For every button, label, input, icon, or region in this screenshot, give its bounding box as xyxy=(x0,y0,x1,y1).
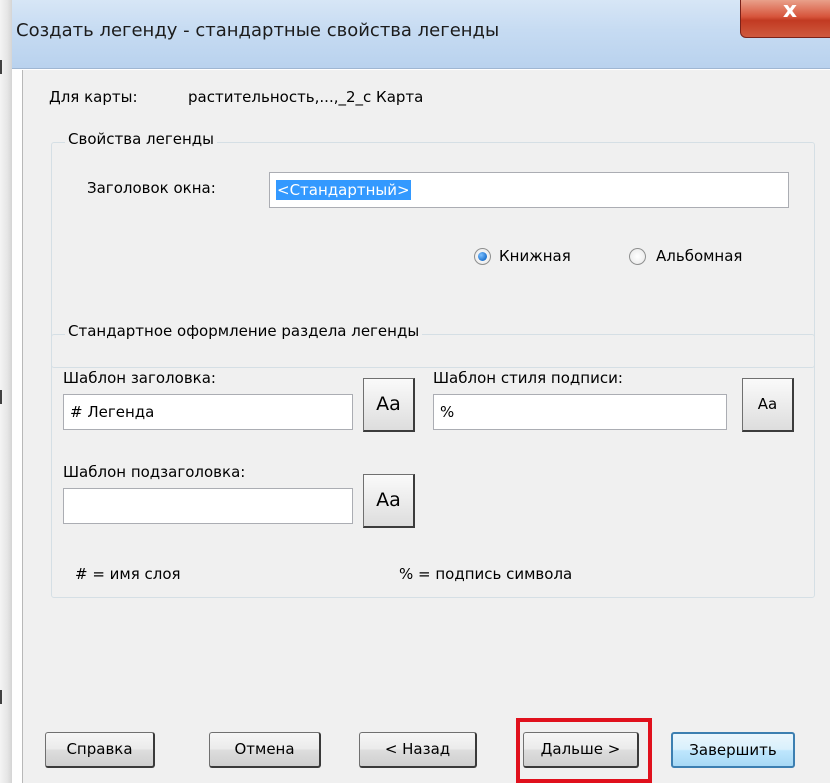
cancel-button[interactable]: Отмена xyxy=(209,732,321,768)
map-label: Для карты: xyxy=(49,88,138,106)
title-bar: Создать легенду - стандартные свойства л… xyxy=(12,0,830,69)
close-button[interactable]: x xyxy=(740,0,830,38)
symbol-label-hint: % = подпись символа xyxy=(399,565,573,583)
edge-mark xyxy=(0,690,2,704)
label-style-template-label: Шаблон стиля подписи: xyxy=(433,369,623,387)
section-style-title: Стандартное оформление раздела легенды xyxy=(65,322,423,340)
finish-button[interactable]: Завершить xyxy=(671,732,795,768)
dialog-body: Для карты: растительность,...,_2_с Карта… xyxy=(22,70,830,783)
edge-mark xyxy=(0,390,2,404)
label-style-template-input[interactable]: % xyxy=(433,394,727,430)
landscape-option-label[interactable]: Альбомная xyxy=(656,247,742,265)
window-title-input[interactable]: <Стандартный> xyxy=(269,172,789,208)
back-button[interactable]: < Назад xyxy=(359,732,477,768)
window-title-value: <Стандартный> xyxy=(276,180,411,200)
window-title-label: Заголовок окна: xyxy=(87,179,216,197)
legend-properties-title: Свойства легенды xyxy=(65,130,217,148)
map-name: растительность,...,_2_с Карта xyxy=(188,88,424,106)
radio-unchecked-icon[interactable] xyxy=(629,248,646,265)
subtitle-font-button[interactable]: Аа xyxy=(363,474,415,528)
background-window-edge xyxy=(0,0,12,783)
window-title: Создать легенду - стандартные свойства л… xyxy=(16,20,500,41)
edge-mark xyxy=(0,60,2,74)
radio-checked-icon[interactable] xyxy=(474,248,491,265)
next-button-highlight xyxy=(516,718,652,783)
subtitle-template-label: Шаблон подзаголовка: xyxy=(63,463,246,481)
title-template-input[interactable]: # Легенда xyxy=(63,394,353,430)
title-font-button[interactable]: Аа xyxy=(363,378,415,432)
subtitle-template-input[interactable] xyxy=(63,488,353,524)
close-icon: x xyxy=(782,0,798,23)
help-button[interactable]: Справка xyxy=(45,732,155,768)
title-template-value: # Легенда xyxy=(70,403,155,421)
label-style-font-button[interactable]: Аа xyxy=(742,378,794,432)
title-template-label: Шаблон заголовка: xyxy=(63,369,216,387)
label-style-template-value: % xyxy=(440,403,455,421)
portrait-option-label[interactable]: Книжная xyxy=(499,247,571,265)
layer-name-hint: # = имя слоя xyxy=(75,565,181,583)
